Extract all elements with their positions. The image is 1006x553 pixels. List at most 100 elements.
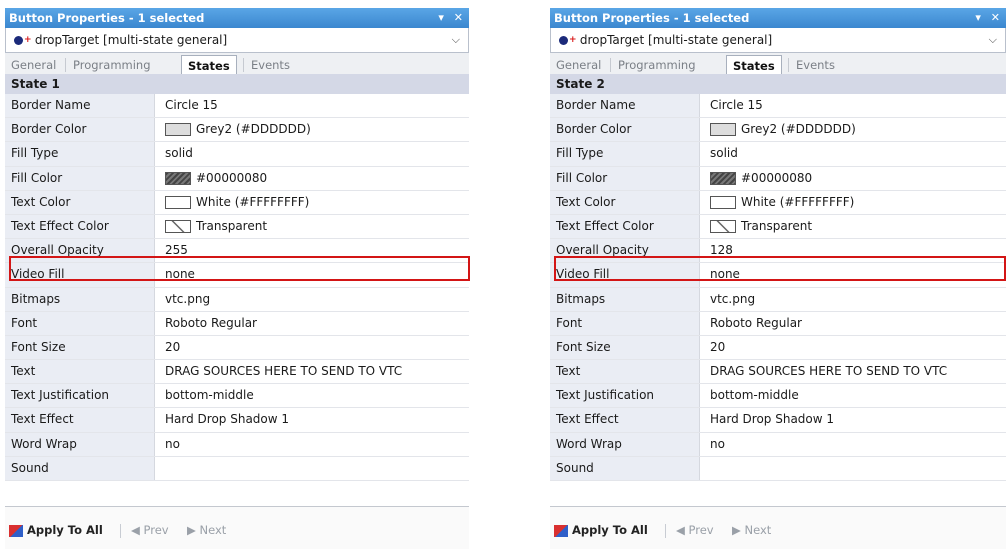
property-row-text-color[interactable]: Text Color White (#FFFFFFFF) [5,190,469,215]
property-row-sound[interactable]: Sound [550,456,1006,481]
property-value[interactable]: no [165,433,180,456]
property-name: Border Name [5,94,155,118]
tab-events[interactable]: Events [251,56,290,74]
property-value[interactable]: vtc.png [165,288,210,311]
property-value-wrap[interactable]: #00000080 [710,167,812,190]
highlight-box [9,256,470,281]
property-name: Word Wrap [5,432,155,456]
property-row-text-effect-color[interactable]: Text Effect Color Transparent [5,214,469,240]
tab-states[interactable]: States [726,55,782,76]
property-value[interactable]: DRAG SOURCES HERE TO SEND TO VTC [710,360,947,383]
property-row-font-size[interactable]: Font Size 20 [5,335,469,361]
property-value-wrap[interactable]: #00000080 [165,167,267,190]
property-value[interactable]: 20 [165,336,180,359]
property-value: Transparent [196,218,268,233]
tab-bar: General Programming States Events [550,53,1006,76]
property-value[interactable]: Hard Drop Shadow 1 [165,408,289,431]
tab-general[interactable]: General [556,56,601,74]
prev-button[interactable]: ◀ Prev [131,523,169,537]
object-selector[interactable]: + dropTarget [multi-state general] ⌵ [550,28,1006,53]
property-value[interactable]: 20 [710,336,725,359]
apply-to-all-label: Apply To All [27,523,103,537]
property-row-text-effect[interactable]: Text Effect Hard Drop Shadow 1 [550,408,1006,433]
property-value[interactable]: solid [710,142,738,165]
property-row-bitmaps[interactable]: Bitmaps vtc.png [5,287,469,312]
property-row-text-effect-color[interactable]: Text Effect Color Transparent [550,214,1006,240]
property-row-text-justification[interactable]: Text Justification bottom-middle [550,384,1006,409]
color-swatch [165,171,191,185]
property-value-wrap[interactable]: Transparent [165,215,267,238]
property-value[interactable]: Hard Drop Shadow 1 [710,408,834,431]
property-value-wrap[interactable]: Grey2 (#DDDDDD) [710,118,856,141]
property-row-border-color[interactable]: Border Color Grey2 (#DDDDDD) [550,118,1006,143]
property-name: Font Size [5,335,155,360]
tab-events[interactable]: Events [796,56,835,74]
tab-bar: General Programming States Events [5,53,469,76]
property-name: Text [550,360,700,384]
property-row-border-color[interactable]: Border Color Grey2 (#DDDDDD) [5,118,469,143]
property-value[interactable]: Roboto Regular [165,312,257,335]
color-swatch [165,123,191,137]
property-row-text[interactable]: Text DRAG SOURCES HERE TO SEND TO VTC [550,360,1006,385]
property-name: Text [5,360,155,384]
property-value[interactable]: bottom-middle [165,384,254,407]
object-selector[interactable]: + dropTarget [multi-state general] ⌵ [5,28,469,53]
property-row-font[interactable]: Font Roboto Regular [5,311,469,336]
property-value[interactable]: DRAG SOURCES HERE TO SEND TO VTC [165,360,402,383]
tab-states[interactable]: States [181,55,237,76]
tab-programming[interactable]: Programming [73,56,151,74]
next-button[interactable]: ▶ Next [187,523,226,537]
color-swatch [710,123,736,137]
property-name: Sound [550,456,700,480]
property-value[interactable]: solid [165,142,193,165]
panel-footer: Apply To All ◀ Prev ▶ Next [550,506,1006,549]
property-row-border-name[interactable]: Border Name Circle 15 [5,94,469,119]
property-value[interactable]: no [710,433,725,456]
property-row-fill-color[interactable]: Fill Color #00000080 [550,166,1006,191]
property-value[interactable]: bottom-middle [710,384,799,407]
prev-button[interactable]: ◀ Prev [676,523,714,537]
property-row-fill-color[interactable]: Fill Color #00000080 [5,166,469,191]
apply-to-all-button[interactable]: Apply To All [554,523,648,537]
property-value[interactable]: Roboto Regular [710,312,802,335]
property-value[interactable]: vtc.png [710,288,755,311]
property-row-text-color[interactable]: Text Color White (#FFFFFFFF) [550,190,1006,215]
property-value[interactable]: Circle 15 [710,94,763,117]
property-name: Border Color [550,118,700,142]
prev-label: Prev [143,523,169,537]
property-row-bitmaps[interactable]: Bitmaps vtc.png [550,287,1006,312]
prev-label: Prev [688,523,714,537]
object-selector-label: dropTarget [multi-state general] [34,33,228,47]
tab-general[interactable]: General [11,56,56,74]
property-row-text[interactable]: Text DRAG SOURCES HERE TO SEND TO VTC [5,360,469,385]
property-value-wrap[interactable]: White (#FFFFFFFF) [710,191,854,214]
close-icon[interactable]: ✕ [454,11,463,24]
property-name: Text Color [5,190,155,214]
dropdown-arrow-icon[interactable]: ▾ [438,11,444,24]
property-name: Text Effect Color [5,214,155,239]
chevron-down-icon[interactable]: ⌵ [989,28,997,52]
property-value-wrap[interactable]: Transparent [710,215,812,238]
property-name: Text Effect [5,408,155,432]
panel-title: Button Properties - 1 selected [554,11,750,25]
property-value-wrap[interactable]: Grey2 (#DDDDDD) [165,118,311,141]
property-value-wrap[interactable]: White (#FFFFFFFF) [165,191,309,214]
property-row-font-size[interactable]: Font Size 20 [550,335,1006,361]
property-row-text-effect[interactable]: Text Effect Hard Drop Shadow 1 [5,408,469,433]
properties-panel-left: Button Properties - 1 selected ▾ ✕ + dro… [5,8,470,553]
next-button[interactable]: ▶ Next [732,523,771,537]
chevron-down-icon[interactable]: ⌵ [452,28,460,52]
property-row-word-wrap[interactable]: Word Wrap no [550,432,1006,457]
apply-to-all-button[interactable]: Apply To All [9,523,103,537]
property-value[interactable]: Circle 15 [165,94,218,117]
property-row-sound[interactable]: Sound [5,456,469,481]
dropdown-arrow-icon[interactable]: ▾ [975,11,981,24]
property-row-font[interactable]: Font Roboto Regular [550,311,1006,336]
property-row-fill-type[interactable]: Fill Type solid [550,142,1006,167]
property-row-fill-type[interactable]: Fill Type solid [5,142,469,167]
property-row-text-justification[interactable]: Text Justification bottom-middle [5,384,469,409]
close-icon[interactable]: ✕ [991,11,1000,24]
property-row-word-wrap[interactable]: Word Wrap no [5,432,469,457]
property-row-border-name[interactable]: Border Name Circle 15 [550,94,1006,119]
tab-programming[interactable]: Programming [618,56,696,74]
